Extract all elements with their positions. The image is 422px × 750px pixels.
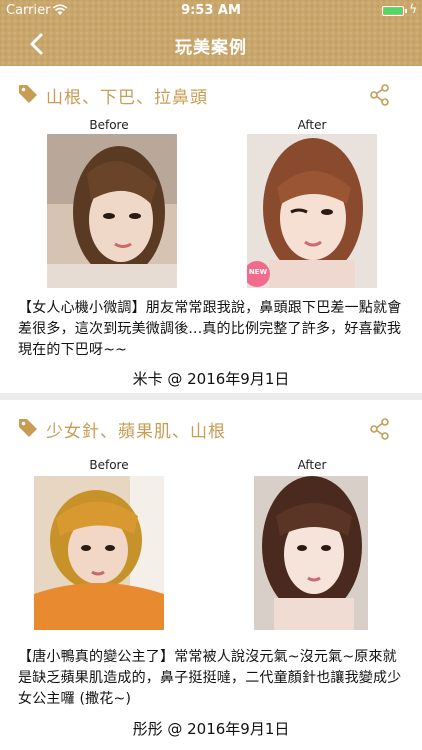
case-list[interactable]: 山根、下巴、拉鼻頭 Before After NEW 【女人心機小微調】朋友常常…: [0, 66, 422, 750]
header-bar: Carrier 9:53 AM ϟ 玩美案例: [0, 0, 422, 66]
before-photo[interactable]: [34, 476, 164, 630]
navigation-bar: 玩美案例: [0, 22, 422, 66]
tag-icon: [19, 419, 37, 437]
tag-icon: [19, 85, 37, 103]
case-byline: 米卡 @ 2016年9月1日: [132, 370, 290, 388]
case-tags: 山根、下巴、拉鼻頭: [46, 88, 208, 108]
before-label: Before: [89, 458, 129, 472]
case-header: 山根、下巴、拉鼻頭: [0, 66, 422, 118]
status-time: 9:53 AM: [181, 3, 241, 18]
screen: Carrier 9:53 AM ϟ 玩美案例 山根、下巴、拉鼻頭 Before …: [0, 0, 422, 750]
case-description: 【女人心機小微調】朋友常常跟我說，鼻頭跟下巴差一點就會差很多，這次到玩美微調後.…: [18, 300, 402, 358]
new-badge: NEW: [248, 268, 268, 276]
after-photo[interactable]: [254, 476, 368, 630]
share-icon[interactable]: [370, 84, 390, 106]
case-description: 【唐小鴨真的變公主了】常常被人說沒元氣~沒元氣~原來就是缺乏蘋果肌造成的，鼻子挺…: [18, 649, 402, 707]
share-icon[interactable]: [370, 418, 390, 440]
status-bar: Carrier 9:53 AM ϟ: [0, 0, 422, 22]
case-card: 少女針、蘋果肌、山根 Before After 【唐小鴨真的變公主了】常常被人說…: [0, 400, 422, 750]
after-label: After: [297, 458, 327, 472]
after-photo[interactable]: NEW: [247, 134, 377, 288]
case-tags: 少女針、蘋果肌、山根: [46, 422, 226, 442]
after-label: After: [297, 118, 327, 132]
case-header: 少女針、蘋果肌、山根: [0, 400, 422, 452]
battery-icon: [382, 6, 407, 16]
page-title: 玩美案例: [175, 38, 247, 58]
case-byline: 彤彤 @ 2016年9月1日: [132, 720, 290, 738]
case-card: 山根、下巴、拉鼻頭 Before After NEW 【女人心機小微調】朋友常常…: [0, 66, 422, 393]
before-label: Before: [89, 118, 129, 132]
charging-bolt-icon: ϟ: [409, 2, 417, 16]
before-photo[interactable]: [47, 134, 177, 288]
